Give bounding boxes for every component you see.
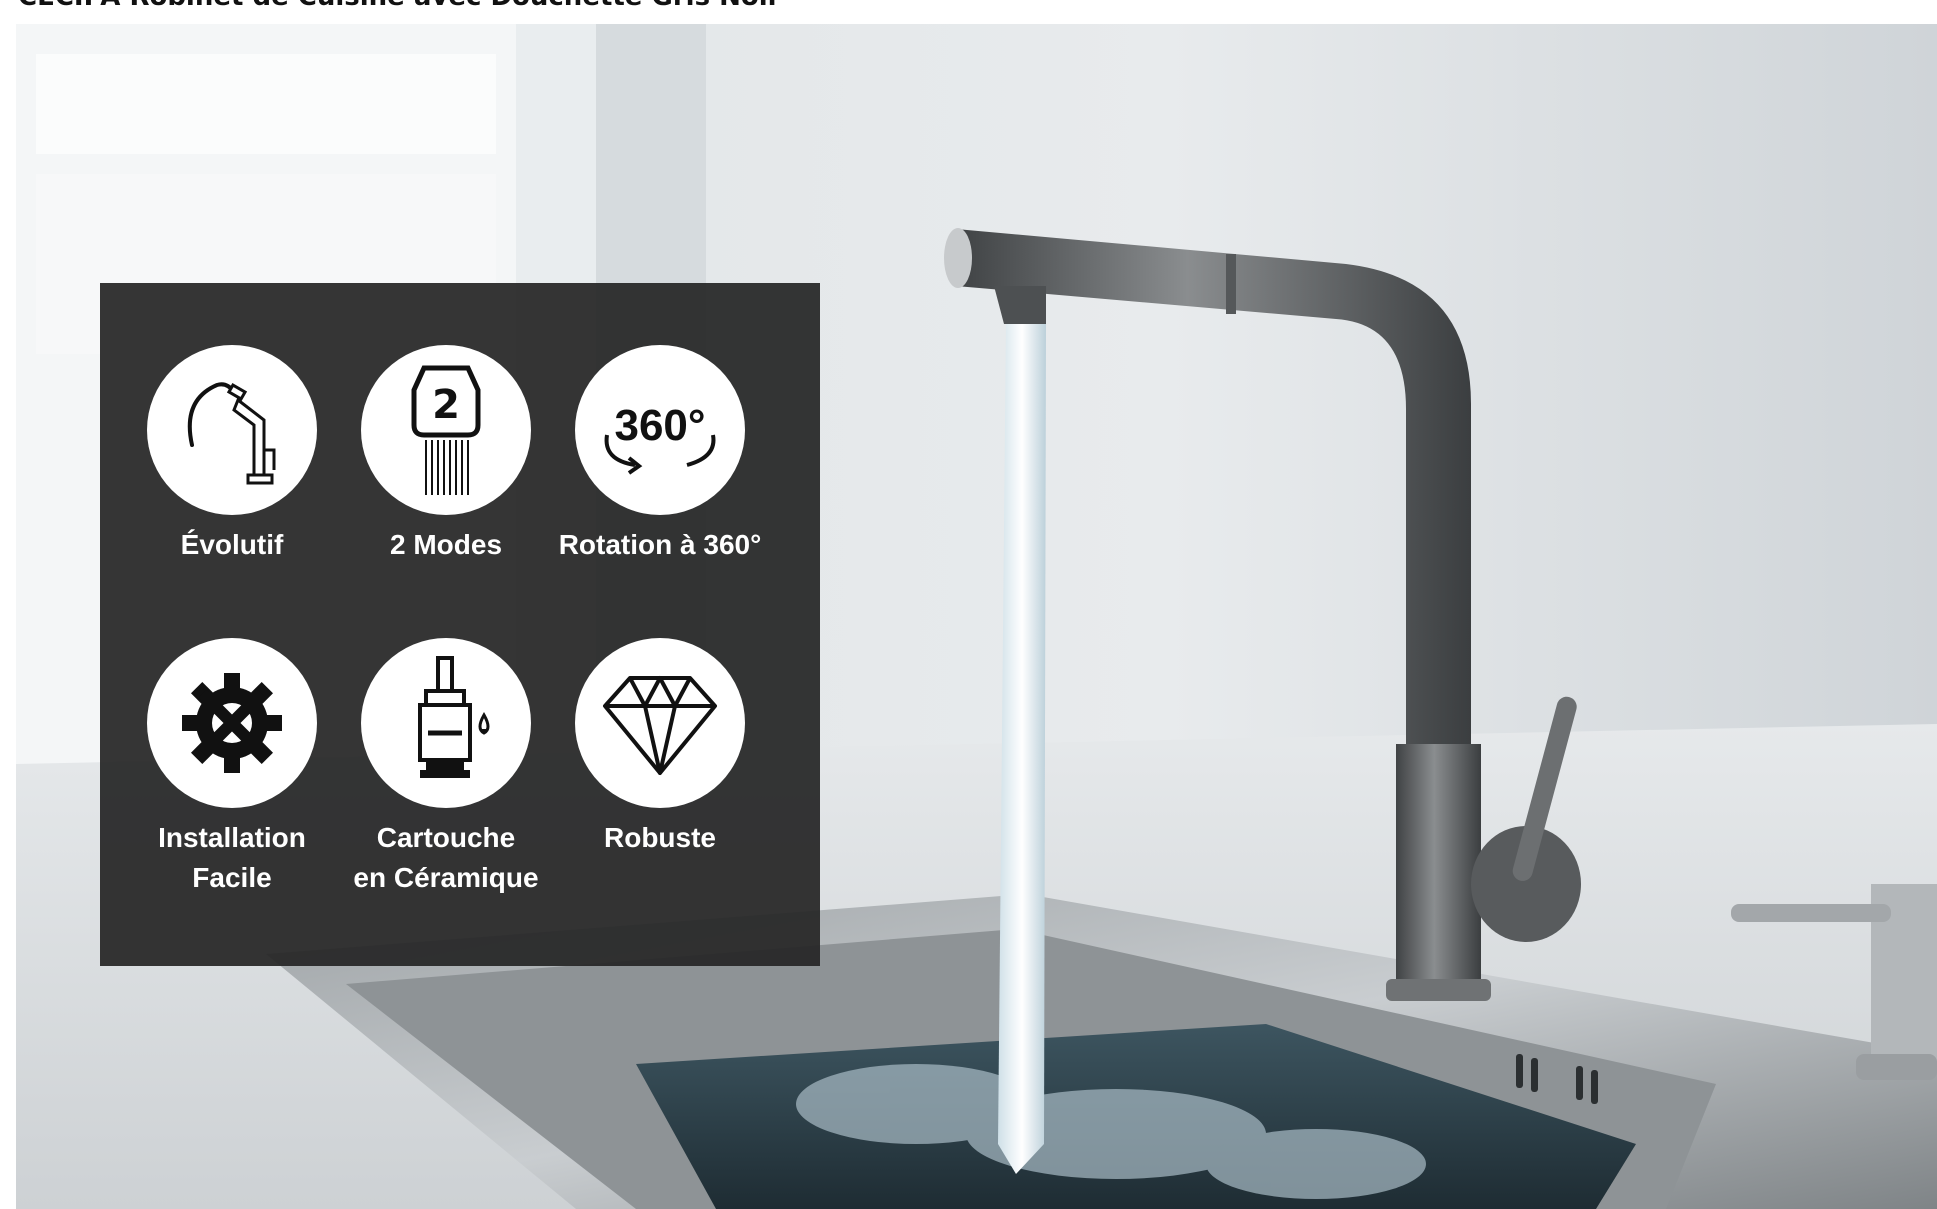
feature-label: Cartouche en Céramique <box>353 822 539 893</box>
feature-label: 2 Modes <box>389 529 503 560</box>
gear-wrench-icon <box>182 673 282 773</box>
feature-rotation-360: 360° Rotation à 360° <box>545 345 775 565</box>
feature-cartouche-ceramique: Cartouche en Céramique <box>331 638 561 898</box>
feature-panel: Évolutif 2 2 Modes 360° Rotation à 360° … <box>100 283 820 966</box>
feature-icon-circle <box>147 345 317 515</box>
pull-out-faucet-icon <box>187 382 276 485</box>
feature-icon-circle <box>147 638 317 808</box>
rotation-360-icon: 360° <box>604 401 716 475</box>
feature-installation-facile: Installation Facile <box>117 638 347 898</box>
feature-label: Rotation à 360° <box>558 529 762 560</box>
feature-icon-circle: 360° <box>575 345 745 515</box>
feature-icon-circle <box>361 638 531 808</box>
ceramic-cartridge-icon <box>418 656 490 778</box>
svg-text:2: 2 <box>432 382 460 428</box>
feature-icon-circle: 2 <box>361 345 531 515</box>
feature-label: Évolutif <box>180 529 284 560</box>
two-spray-modes-icon: 2 <box>411 365 481 495</box>
feature-2-modes: 2 2 Modes <box>331 345 561 565</box>
feature-label: Robuste <box>604 822 716 853</box>
diamond-icon <box>603 676 717 775</box>
feature-label: Installation Facile <box>158 822 306 893</box>
feature-icon-circle <box>575 638 745 808</box>
feature-evolutif: Évolutif <box>117 345 347 565</box>
feature-robuste: Robuste <box>545 638 775 858</box>
page-title: CECIPA Robinet de Cuisine avec Douchette… <box>18 0 780 8</box>
rotation-360-text: 360° <box>614 401 705 450</box>
